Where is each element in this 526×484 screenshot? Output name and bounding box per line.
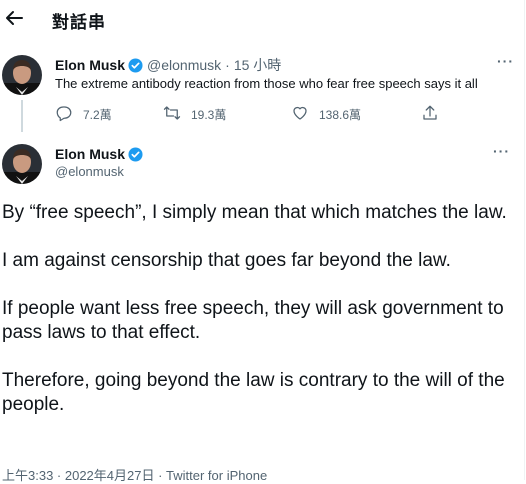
tweet-body: By “free speech”, I simply mean that whi… [2, 201, 517, 441]
share-icon [421, 104, 449, 125]
tweet-paragraph: By “free speech”, I simply mean that whi… [2, 202, 507, 223]
author-name-row: Elon Musk [55, 146, 147, 162]
verified-badge-icon [128, 57, 143, 73]
column-border [524, 0, 525, 480]
like-button[interactable]: 138.6萬 [291, 104, 361, 125]
tweet-actions: 7.2萬 19.3萬 138.6萬 [55, 104, 445, 124]
share-button[interactable] [421, 104, 449, 125]
reply-button[interactable]: 7.2萬 [55, 104, 112, 125]
retweet-icon [163, 104, 191, 125]
thread-connector [21, 100, 23, 132]
tweet-metadata[interactable]: 上午3:33 · 2022年4月27日 · Twitter for iPhone [2, 465, 267, 484]
tweet-paragraph: If people want less free speech, they wi… [2, 298, 504, 343]
tweet-time[interactable]: 15 小時 [234, 55, 281, 75]
reply-icon [55, 104, 83, 125]
tweet-paragraph: Therefore, going beyond the law is contr… [2, 370, 505, 415]
reply-count: 7.2萬 [83, 108, 112, 122]
author-name[interactable]: Elon Musk [55, 146, 125, 162]
more-options-button[interactable]: ··· [497, 53, 514, 69]
heart-icon [291, 104, 319, 125]
author-name[interactable]: Elon Musk [55, 57, 125, 73]
author-handle[interactable]: @elonmusk [147, 57, 221, 73]
retweet-count: 19.3萬 [191, 108, 227, 122]
tweet-header: Elon Musk @elonmusk · 15 小時 [55, 55, 281, 75]
arrow-left-icon[interactable] [4, 8, 24, 28]
verified-badge-icon [128, 146, 143, 162]
avatar[interactable] [2, 55, 42, 95]
author-handle[interactable]: @elonmusk [55, 164, 124, 179]
more-options-button[interactable]: ··· [493, 143, 510, 159]
separator: · [225, 57, 230, 73]
avatar[interactable] [2, 144, 42, 184]
top-bar: 對話串 [0, 0, 524, 38]
tweet-text: The extreme antibody reaction from those… [55, 76, 478, 91]
retweet-button[interactable]: 19.3萬 [163, 104, 226, 125]
tweet-paragraph: I am against censorship that goes far be… [2, 250, 451, 271]
page-title: 對話串 [52, 13, 106, 32]
like-count: 138.6萬 [319, 108, 362, 122]
